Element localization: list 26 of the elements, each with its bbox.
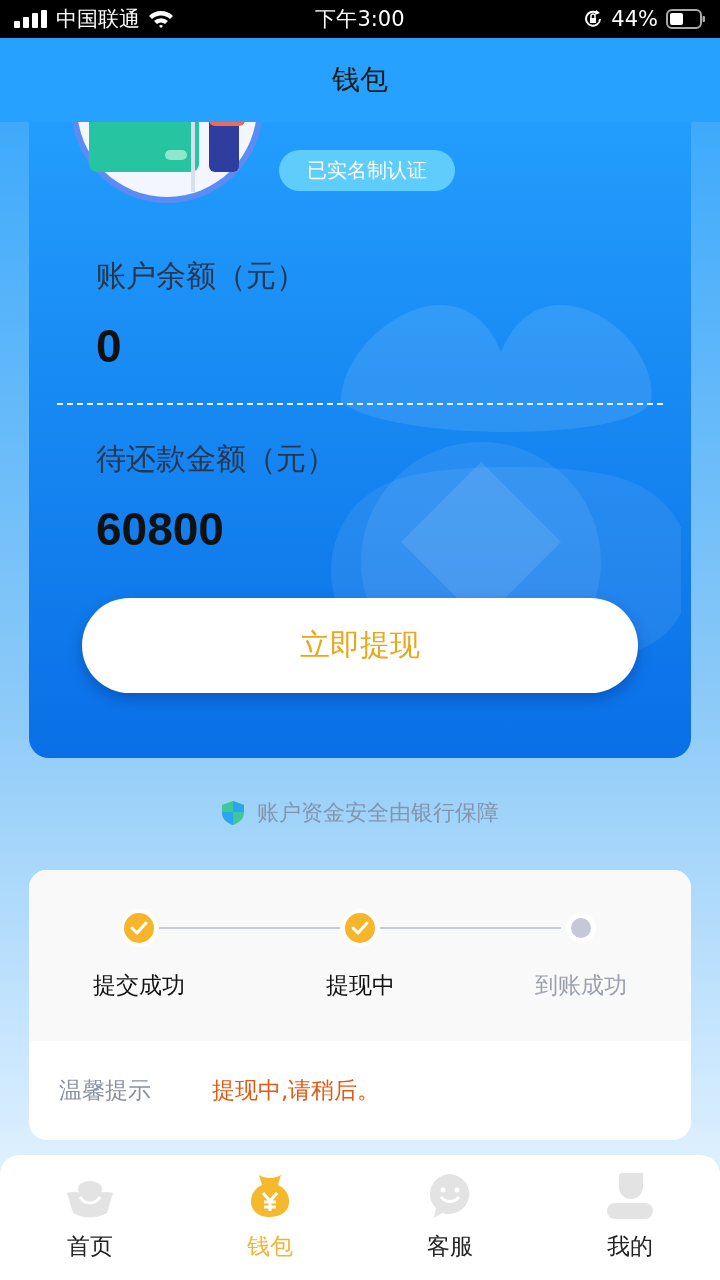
wifi-icon	[148, 10, 174, 28]
battery-percent: 44%	[611, 7, 658, 31]
tab-item[interactable]: 客服	[360, 1155, 540, 1280]
step-label: 提现中	[325, 971, 395, 1000]
tip-label: 温馨提示	[59, 1076, 152, 1105]
carrier-name: 中国联通	[56, 6, 140, 33]
signal-icon	[14, 10, 48, 28]
shield-icon	[221, 800, 245, 826]
tip-text: 提现中,请稍后。	[212, 1076, 381, 1105]
battery-icon	[666, 9, 706, 29]
tab-item[interactable]: 首页	[0, 1155, 180, 1280]
person-icon	[607, 1171, 653, 1219]
ingot-icon	[65, 1179, 115, 1219]
balance-label: 账户余额（元）	[96, 257, 307, 295]
rotation-lock-icon	[583, 9, 604, 29]
smile-chat-icon	[428, 1173, 472, 1219]
verified-badge: 已实名制认证	[279, 150, 455, 191]
page-title: 钱包	[332, 62, 388, 98]
security-note: 账户资金安全由银行保障	[257, 799, 499, 827]
status-time: 下午3:00	[314, 6, 406, 33]
pending-amount: 60800	[96, 502, 225, 556]
tab-item[interactable]: 我的	[540, 1155, 720, 1280]
balance-amount: 0	[96, 319, 123, 373]
step-label: 到账成功	[534, 971, 627, 1000]
pending-label: 待还款金额（元）	[96, 440, 337, 478]
step-label: 提交成功	[93, 971, 186, 1000]
